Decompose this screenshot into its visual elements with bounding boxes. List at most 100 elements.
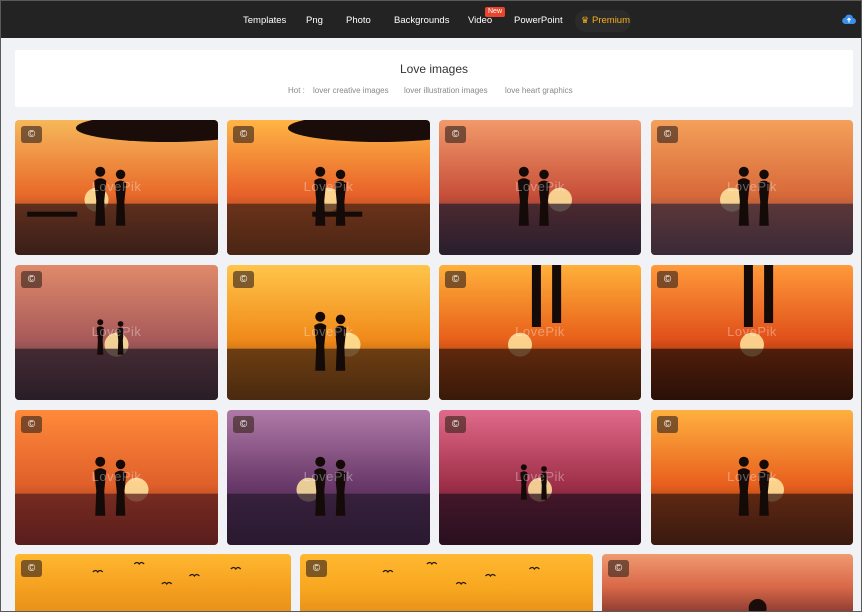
copyright-icon[interactable]: ©: [233, 126, 254, 143]
ground: [439, 493, 641, 545]
photo-card[interactable]: © LovePik: [15, 120, 218, 255]
person-silhouette: [748, 599, 767, 611]
copyright-icon[interactable]: ©: [233, 271, 254, 288]
person-silhouette-head: [335, 169, 346, 180]
bird: [455, 581, 467, 586]
watermark: LovePik: [303, 324, 354, 340]
bird: [133, 561, 145, 566]
photo-card[interactable]: ©: [15, 554, 291, 611]
person-silhouette-head: [115, 169, 126, 180]
watermark: LovePik: [303, 179, 354, 195]
ground: [651, 203, 853, 255]
bird: [230, 566, 242, 571]
ground: [227, 493, 430, 545]
photo-card[interactable]: ©: [300, 554, 593, 611]
person-silhouette-head: [335, 459, 346, 470]
watermark: LovePik: [91, 469, 142, 485]
copyright-icon[interactable]: ©: [21, 271, 42, 288]
bird: [528, 566, 540, 571]
bird: [485, 573, 496, 578]
copyright-icon[interactable]: ©: [21, 416, 42, 433]
leg: [552, 265, 562, 323]
person-silhouette-head: [315, 456, 326, 467]
photo-artwork: [92, 561, 242, 586]
person-silhouette-head: [759, 169, 769, 180]
hot-link-love-heart[interactable]: love heart graphics: [505, 86, 573, 95]
photo-artwork: [748, 599, 767, 611]
ground: [15, 348, 218, 400]
nav-templates[interactable]: Templates: [243, 1, 286, 38]
ground: [227, 348, 430, 400]
watermark: LovePik: [515, 469, 565, 485]
photo-card[interactable]: © LovePik: [227, 265, 430, 400]
photo-card[interactable]: © LovePik: [651, 120, 853, 255]
photo-artwork: [382, 561, 540, 586]
hot-link-lover-illustration[interactable]: lover illustration images: [404, 86, 488, 95]
bird: [188, 573, 200, 578]
person-silhouette-head: [539, 169, 549, 180]
person-silhouette-head: [738, 456, 749, 467]
hot-links: Hot : lover creative images lover illust…: [15, 86, 853, 98]
bird: [92, 569, 104, 574]
person-silhouette-head: [315, 311, 326, 322]
photo-card[interactable]: © LovePik: [439, 410, 641, 545]
photo-card[interactable]: © LovePik: [15, 265, 218, 400]
person-silhouette-head: [759, 459, 769, 470]
watermark: LovePik: [727, 179, 777, 195]
copyright-icon[interactable]: ©: [445, 416, 466, 433]
photo-card[interactable]: © LovePik: [651, 410, 853, 545]
copyright-icon[interactable]: ©: [657, 126, 678, 143]
person-silhouette-head: [738, 166, 749, 177]
photo-card[interactable]: © LovePik: [227, 120, 430, 255]
copyright-icon[interactable]: ©: [445, 126, 466, 143]
title-card: Love images Hot : lover creative images …: [15, 50, 853, 107]
crown-icon: ♛: [581, 15, 590, 25]
photo-card[interactable]: ©: [602, 554, 853, 611]
photo-card[interactable]: © LovePik: [15, 410, 218, 545]
copyright-icon[interactable]: ©: [306, 560, 327, 577]
nav-powerpoint[interactable]: PowerPoint: [514, 1, 563, 38]
copyright-icon[interactable]: ©: [233, 416, 254, 433]
photo-card[interactable]: © LovePik: [651, 265, 853, 400]
hot-link-lover-creative[interactable]: lover creative images: [313, 86, 389, 95]
tree-canopy: [287, 120, 430, 142]
copyright-icon[interactable]: ©: [657, 271, 678, 288]
bird: [426, 561, 438, 566]
nav-png[interactable]: Png: [306, 1, 323, 38]
leg: [764, 265, 774, 323]
photo-card[interactable]: © LovePik: [439, 265, 641, 400]
ground: [651, 348, 853, 400]
photo-card[interactable]: © LovePik: [439, 120, 641, 255]
photo-card[interactable]: © LovePik: [227, 410, 430, 545]
watermark: LovePik: [91, 179, 142, 195]
ground: [651, 493, 853, 545]
hot-label: Hot :: [288, 86, 305, 95]
copyright-icon[interactable]: ©: [445, 271, 466, 288]
copyright-icon[interactable]: ©: [657, 416, 678, 433]
person-silhouette-head: [115, 459, 126, 470]
nav-photo[interactable]: Photo: [346, 1, 371, 38]
watermark: LovePik: [727, 469, 777, 485]
person-silhouette-head: [95, 456, 106, 467]
watermark: LovePik: [303, 469, 354, 485]
premium-button[interactable]: ♛ Premium: [575, 10, 631, 32]
page: Templates Png Photo Backgrounds Video Ne…: [0, 0, 862, 612]
copyright-icon[interactable]: ©: [608, 560, 629, 577]
leg: [743, 265, 753, 327]
tree-canopy: [75, 120, 218, 142]
leg: [531, 265, 541, 327]
watermark: LovePik: [515, 324, 565, 340]
watermark: LovePik: [91, 324, 142, 340]
person-silhouette-head: [518, 166, 529, 177]
new-badge: New: [485, 7, 506, 17]
person-silhouette-head: [335, 314, 346, 325]
watermark: LovePik: [515, 179, 565, 195]
top-navigation: Templates Png Photo Backgrounds Video Ne…: [1, 1, 861, 38]
cloud-upload-icon[interactable]: [842, 13, 856, 25]
bird: [382, 569, 394, 574]
nav-backgrounds[interactable]: Backgrounds: [394, 1, 449, 38]
page-title: Love images: [399, 62, 469, 76]
copyright-icon[interactable]: ©: [21, 126, 42, 143]
copyright-icon[interactable]: ©: [21, 560, 42, 577]
ground: [439, 348, 641, 400]
